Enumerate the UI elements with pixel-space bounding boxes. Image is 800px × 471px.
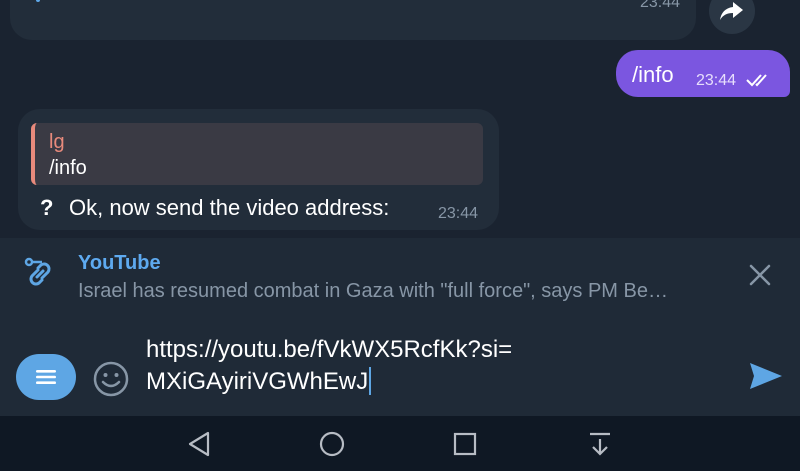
message-input[interactable]: https://youtu.be/fVkWX5RcfKk?si= MXiGAyi… <box>146 334 746 398</box>
message-accent <box>36 0 40 2</box>
message-input-line-2: MXiGAyiriVGWhEwJ <box>146 366 746 398</box>
send-icon[interactable] <box>748 360 784 392</box>
menu-icon <box>36 370 56 384</box>
incoming-message-bubble[interactable]: lg /info ? Ok, now send the video addres… <box>18 109 499 230</box>
system-navigation-bar <box>0 416 800 471</box>
recent-square-icon[interactable] <box>452 430 478 458</box>
read-ticks-icon <box>746 74 767 87</box>
back-triangle-icon[interactable] <box>186 430 212 458</box>
message-input-line-1: https://youtu.be/fVkWX5RcfKk?si= <box>146 336 513 363</box>
share-button[interactable] <box>709 0 755 34</box>
preview-description: Israel has resumed combat in Gaza with "… <box>78 280 668 302</box>
notification-pulldown-icon[interactable] <box>587 430 613 458</box>
emoji-icon[interactable] <box>93 361 129 397</box>
message-time: 23:44 <box>640 0 681 11</box>
outgoing-message-text: /info <box>632 62 674 87</box>
home-circle-icon[interactable] <box>318 430 346 458</box>
outgoing-message-time: 23:44 <box>696 72 737 89</box>
menu-button[interactable] <box>16 354 76 400</box>
chat-area[interactable]: 23:44 /info 23:44 lg /info ? Ok, now sen… <box>0 0 800 238</box>
preview-title: YouTube <box>78 252 161 274</box>
quote-author: lg <box>49 131 65 153</box>
link-preview-bar[interactable]: YouTube Israel has resumed combat in Gaz… <box>0 238 800 313</box>
quote-text: /info <box>49 157 87 179</box>
text-caret <box>369 367 372 395</box>
reply-quote[interactable]: lg /info <box>31 123 483 185</box>
link-icon <box>24 257 51 286</box>
share-arrow-icon <box>720 2 743 20</box>
question-mark-icon: ? <box>40 195 54 220</box>
outgoing-message-bubble[interactable]: /info 23:44 <box>616 50 790 97</box>
message-input-line-2-text: MXiGAyiriVGWhEwJ <box>146 368 369 395</box>
incoming-message-time: 23:44 <box>438 205 479 222</box>
previous-message-bubble[interactable]: 23:44 <box>10 0 696 40</box>
close-icon[interactable] <box>747 262 773 288</box>
message-composer[interactable]: https://youtu.be/fVkWX5RcfKk?si= MXiGAyi… <box>0 312 800 416</box>
incoming-message-text: Ok, now send the video address: <box>69 195 390 220</box>
